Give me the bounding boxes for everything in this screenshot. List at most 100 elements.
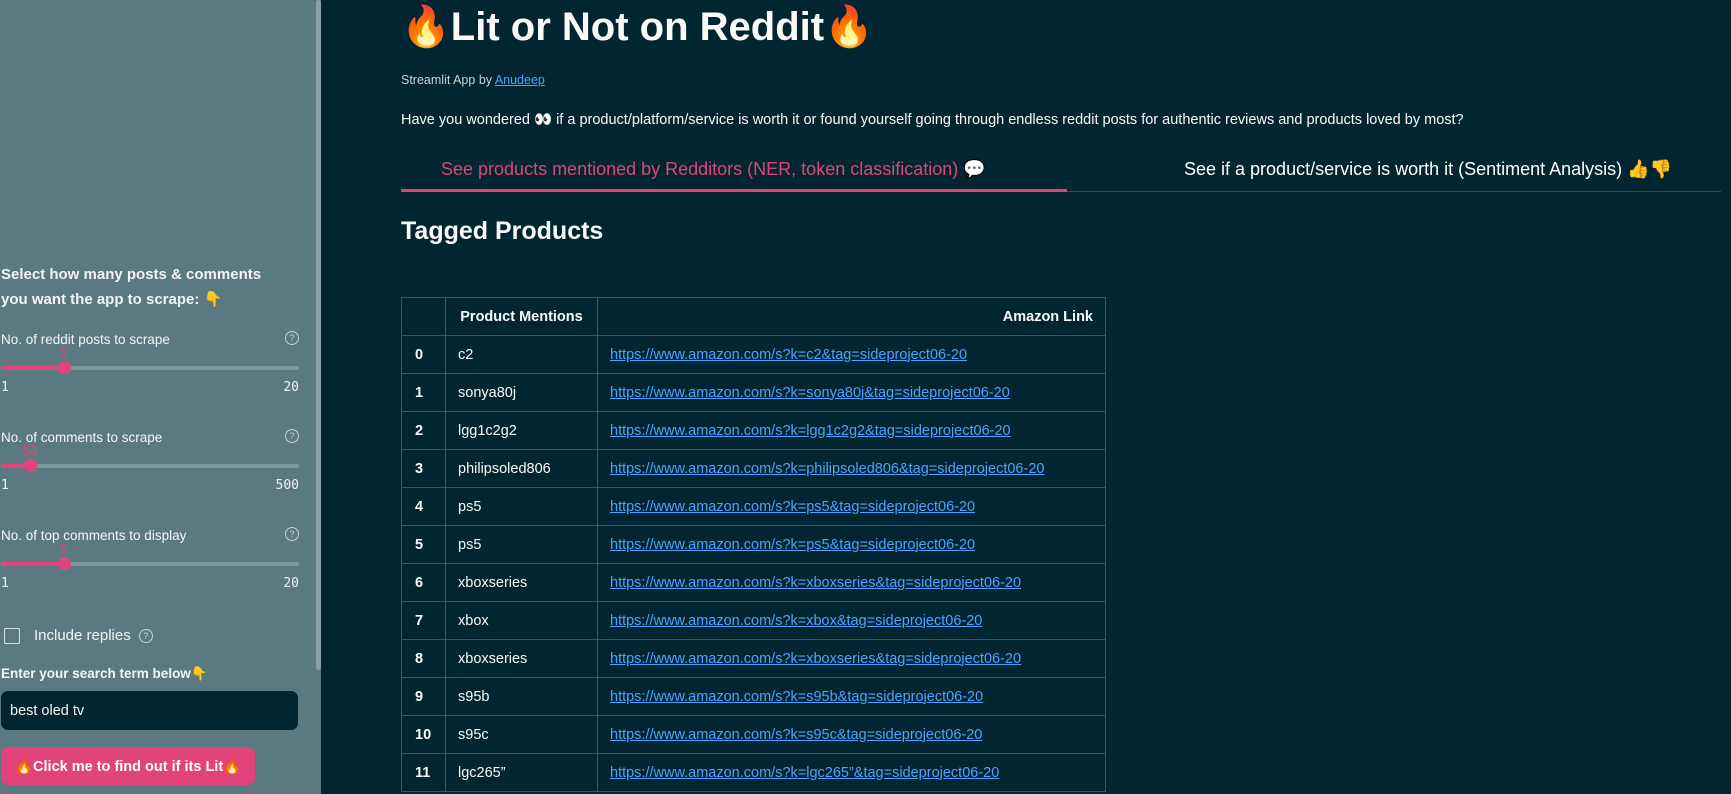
tab-sentiment-analysis[interactable]: See if a product/service is worth it (Se… (1184, 159, 1672, 180)
amazon-link-cell: https://www.amazon.com/s?k=s95c&tag=side… (597, 715, 1106, 754)
product-mention: lgc265” (445, 753, 598, 792)
table-header-row: Product Mentions Amazon Link (401, 297, 1106, 336)
amazon-link-cell: https://www.amazon.com/s?k=xboxseries&ta… (597, 563, 1106, 602)
table-row: 8 xboxseries https://www.amazon.com/s?k=xb… (401, 639, 1106, 678)
slider-thumb[interactable] (58, 361, 71, 374)
page-title: 🔥Lit or Not on Reddit🔥 (401, 5, 874, 49)
product-mention: ps5 (445, 487, 598, 526)
amazon-link-cell: https://www.amazon.com/s?k=philipsoled80… (597, 449, 1106, 488)
product-mention: philipsoled806 (445, 449, 598, 488)
amazon-link-cell: https://www.amazon.com/s?k=lgg1c2g2&tag=… (597, 411, 1106, 450)
amazon-link-header: Amazon Link (597, 297, 1106, 336)
posts-slider-label: No. of reddit posts to scrape (1, 332, 170, 347)
help-icon[interactable]: ? (285, 331, 299, 345)
table-row: 3 philipsoled806 https://www.amazon.com/s?… (401, 449, 1106, 488)
amazon-link-cell: https://www.amazon.com/s?k=ps5&tag=sidep… (597, 525, 1106, 564)
include-replies-label: Include replies (34, 627, 131, 644)
amazon-link-cell: https://www.amazon.com/s?k=ps5&tag=sidep… (597, 487, 1106, 526)
index-header (401, 297, 446, 336)
amazon-link-cell: https://www.amazon.com/s?k=sonya80j&tag=… (597, 373, 1106, 412)
table-row: 2 lgg1c2g2 https://www.amazon.com/s?k=lgg1… (401, 411, 1106, 450)
amazon-link[interactable]: https://www.amazon.com/s?k=xbox&tag=side… (610, 613, 982, 629)
author-link[interactable]: Anudeep (495, 73, 545, 87)
amazon-link[interactable]: https://www.amazon.com/s?k=c2&tag=sidepr… (610, 347, 967, 363)
section-title: Tagged Products (401, 217, 604, 245)
table-row: 11 lgc265” https://www.amazon.com/s?k=lgc2… (401, 753, 1106, 792)
top-comments-slider-label: No. of top comments to display (1, 528, 187, 543)
slider-max: 20 (283, 380, 299, 395)
sidebar-marker (148, 131, 150, 133)
include-replies-row[interactable]: Include replies ? (4, 627, 153, 644)
row-index: 8 (401, 639, 446, 678)
amazon-link[interactable]: https://www.amazon.com/s?k=s95b&tag=side… (610, 689, 983, 705)
slider-value: 5 (60, 346, 68, 360)
help-icon[interactable]: ? (285, 527, 299, 541)
row-index: 2 (401, 411, 446, 450)
scrape-settings-heading: Select how many posts & comments you wan… (1, 266, 262, 308)
product-mention: ps5 (445, 525, 598, 564)
table-row: 10 s95c https://www.amazon.com/s?k=s95c&ta… (401, 715, 1106, 754)
table-row: 9 s95b https://www.amazon.com/s?k=s95b&tag… (401, 677, 1106, 716)
table-body: 0 c2 https://www.amazon.com/s?k=c2&tag=sid… (401, 335, 1106, 792)
credit-prefix: Streamlit App by (401, 73, 495, 87)
table-row: 1 sonya80j https://www.amazon.com/s?k=sony… (401, 373, 1106, 412)
sidebar-scrollbar[interactable] (316, 0, 321, 670)
amazon-link[interactable]: https://www.amazon.com/s?k=sonya80j&tag=… (610, 385, 1010, 401)
amazon-link[interactable]: https://www.amazon.com/s?k=ps5&tag=sidep… (610, 537, 975, 553)
product-mention: xboxseries (445, 563, 598, 602)
find-out-button[interactable]: 🔥Click me to find out if its Lit🔥 (1, 747, 256, 785)
product-mentions-header: Product Mentions (445, 297, 598, 336)
products-table: Product Mentions Amazon Link 0 c2 https://… (401, 297, 1106, 792)
slider-max: 500 (275, 478, 299, 493)
amazon-link[interactable]: https://www.amazon.com/s?k=s95c&tag=side… (610, 727, 982, 743)
main-content: 🔥Lit or Not on Reddit🔥 Streamlit App by … (401, 0, 1721, 794)
table-row: 6 xboxseries https://www.amazon.com/s?k=xb… (401, 563, 1106, 602)
amazon-link[interactable]: https://www.amazon.com/s?k=xboxseries&ta… (610, 575, 1021, 591)
comments-slider-label: No. of comments to scrape (1, 430, 163, 445)
top-comments-slider[interactable]: No. of top comments to display ? 5 1 20 (1, 527, 299, 608)
product-mention: lgg1c2g2 (445, 411, 598, 450)
comments-slider[interactable]: No. of comments to scrape ? 50 1 500 (1, 429, 299, 510)
product-mention: sonya80j (445, 373, 598, 412)
credit-line: Streamlit App by Anudeep (401, 73, 545, 87)
row-index: 11 (401, 753, 446, 792)
amazon-link-cell: https://www.amazon.com/s?k=xboxseries&ta… (597, 639, 1106, 678)
slider-track-fill (1, 562, 64, 566)
help-icon[interactable]: ? (138, 628, 153, 643)
slider-track[interactable] (1, 562, 299, 566)
row-index: 9 (401, 677, 446, 716)
search-label: Enter your search term below👇 (1, 666, 208, 681)
tab-bar: See products mentioned by Redditors (NER… (401, 153, 1721, 192)
slider-value: 50 (22, 444, 38, 458)
slider-track[interactable] (1, 366, 299, 370)
amazon-link[interactable]: https://www.amazon.com/s?k=ps5&tag=sidep… (610, 499, 975, 515)
sidebar: Select how many posts & comments you wan… (0, 0, 321, 794)
amazon-link[interactable]: https://www.amazon.com/s?k=lgc265”&tag=s… (610, 765, 999, 781)
row-index: 7 (401, 601, 446, 640)
row-index: 4 (401, 487, 446, 526)
slider-thumb[interactable] (58, 557, 71, 570)
help-icon[interactable]: ? (285, 429, 299, 443)
table-row: 0 c2 https://www.amazon.com/s?k=c2&tag=sid… (401, 335, 1106, 374)
tab-products-ner[interactable]: See products mentioned by Redditors (NER… (441, 159, 986, 180)
table-row: 4 ps5 https://www.amazon.com/s?k=ps5&tag=s… (401, 487, 1106, 526)
slider-min: 1 (1, 576, 9, 591)
product-mention: xbox (445, 601, 598, 640)
slider-min: 1 (1, 380, 9, 395)
row-index: 5 (401, 525, 446, 564)
posts-slider[interactable]: No. of reddit posts to scrape ? 5 1 20 (1, 331, 299, 412)
row-index: 10 (401, 715, 446, 754)
amazon-link-cell: https://www.amazon.com/s?k=s95b&tag=side… (597, 677, 1106, 716)
row-index: 6 (401, 563, 446, 602)
amazon-link[interactable]: https://www.amazon.com/s?k=philipsoled80… (610, 461, 1044, 477)
product-mention: s95c (445, 715, 598, 754)
search-input[interactable] (1, 691, 298, 730)
row-index: 0 (401, 335, 446, 374)
slider-thumb[interactable] (24, 459, 37, 472)
row-index: 3 (401, 449, 446, 488)
include-replies-checkbox[interactable] (4, 627, 20, 644)
product-mention: s95b (445, 677, 598, 716)
amazon-link[interactable]: https://www.amazon.com/s?k=lgg1c2g2&tag=… (610, 423, 1011, 439)
amazon-link[interactable]: https://www.amazon.com/s?k=xboxseries&ta… (610, 651, 1021, 667)
slider-track[interactable] (1, 464, 299, 468)
